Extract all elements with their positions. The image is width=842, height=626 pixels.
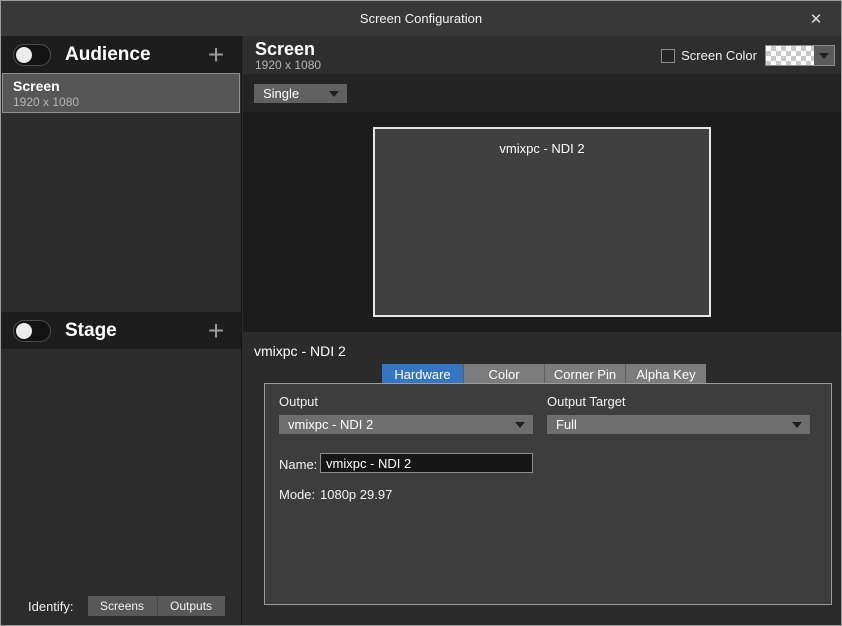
- audience-toggle[interactable]: [13, 44, 51, 66]
- identify-screens-button[interactable]: Screens: [88, 596, 158, 616]
- screen-color-dropdown[interactable]: [765, 45, 835, 66]
- output-target-dropdown-value: Full: [556, 417, 577, 432]
- screen-color-group: Screen Color: [661, 45, 835, 66]
- screen-color-checkbox[interactable]: [661, 49, 675, 63]
- output-settings-section: vmixpc - NDI 2 Hardware Color Corner Pin…: [243, 332, 841, 625]
- title-bar: Screen Configuration ✕: [1, 1, 841, 36]
- tab-corner-pin[interactable]: Corner Pin: [544, 364, 625, 384]
- toggle-knob: [16, 323, 32, 339]
- output-panel-title: vmixpc - NDI 2: [254, 343, 346, 359]
- tab-alpha-key[interactable]: Alpha Key: [625, 364, 706, 384]
- identify-label: Identify:: [28, 599, 74, 614]
- hardware-groupbox: Output vmixpc - NDI 2 Output Target Full…: [264, 383, 832, 605]
- screen-configuration-dialog: Screen Configuration ✕ Audience + Screen…: [0, 0, 842, 626]
- main-header: Screen 1920 x 1080 Screen Color: [243, 36, 841, 74]
- screen-color-swatch: [766, 46, 814, 65]
- window-title: Screen Configuration: [360, 11, 482, 26]
- audience-section-header: Audience +: [1, 36, 241, 73]
- layout-mode-value: Single: [263, 86, 299, 101]
- identify-row: Identify: Screens Outputs: [1, 595, 241, 617]
- layout-mode-dropdown[interactable]: Single: [254, 84, 347, 103]
- sidebar-screen-item[interactable]: Screen 1920 x 1080: [2, 73, 240, 113]
- mode-label: Mode:: [279, 487, 315, 502]
- add-stage-screen-button[interactable]: +: [203, 317, 229, 345]
- output-label: Output: [279, 394, 318, 409]
- dropdown-arrow-icon: [819, 53, 829, 59]
- audience-label: Audience: [65, 44, 203, 66]
- output-dropdown-value: vmixpc - NDI 2: [288, 417, 373, 432]
- dropdown-arrow-icon: [515, 422, 525, 428]
- close-icon[interactable]: ✕: [805, 9, 827, 29]
- output-target-label: Output Target: [547, 394, 626, 409]
- output-dropdown[interactable]: vmixpc - NDI 2: [279, 415, 533, 434]
- name-input[interactable]: [320, 453, 533, 473]
- color-dropdown-button[interactable]: [814, 46, 834, 65]
- layout-strip: Single: [243, 74, 841, 112]
- tab-color[interactable]: Color: [463, 364, 544, 384]
- add-audience-screen-button[interactable]: +: [203, 41, 229, 69]
- output-target-dropdown[interactable]: Full: [547, 415, 810, 434]
- name-label: Name:: [279, 457, 317, 472]
- preview-output-label: vmixpc - NDI 2: [375, 141, 709, 156]
- sidebar: Audience + Screen 1920 x 1080 Stage + Id…: [1, 36, 242, 625]
- stage-section-header: Stage +: [1, 312, 241, 349]
- identify-outputs-button[interactable]: Outputs: [158, 596, 225, 616]
- screen-preview-box[interactable]: vmixpc - NDI 2: [373, 127, 711, 317]
- toggle-knob: [16, 47, 32, 63]
- screen-item-name: Screen: [13, 78, 229, 94]
- screen-item-resolution: 1920 x 1080: [13, 95, 229, 109]
- stage-toggle[interactable]: [13, 320, 51, 342]
- mode-value: 1080p 29.97: [320, 487, 392, 502]
- dropdown-arrow-icon: [329, 91, 339, 97]
- dropdown-arrow-icon: [792, 422, 802, 428]
- stage-label: Stage: [65, 320, 203, 342]
- tab-hardware[interactable]: Hardware: [382, 364, 463, 384]
- screen-preview-area: vmixpc - NDI 2: [243, 112, 841, 332]
- main-area: Screen 1920 x 1080 Screen Color Single: [243, 36, 841, 625]
- screen-color-label: Screen Color: [681, 48, 757, 63]
- settings-tabs: Hardware Color Corner Pin Alpha Key: [382, 364, 706, 384]
